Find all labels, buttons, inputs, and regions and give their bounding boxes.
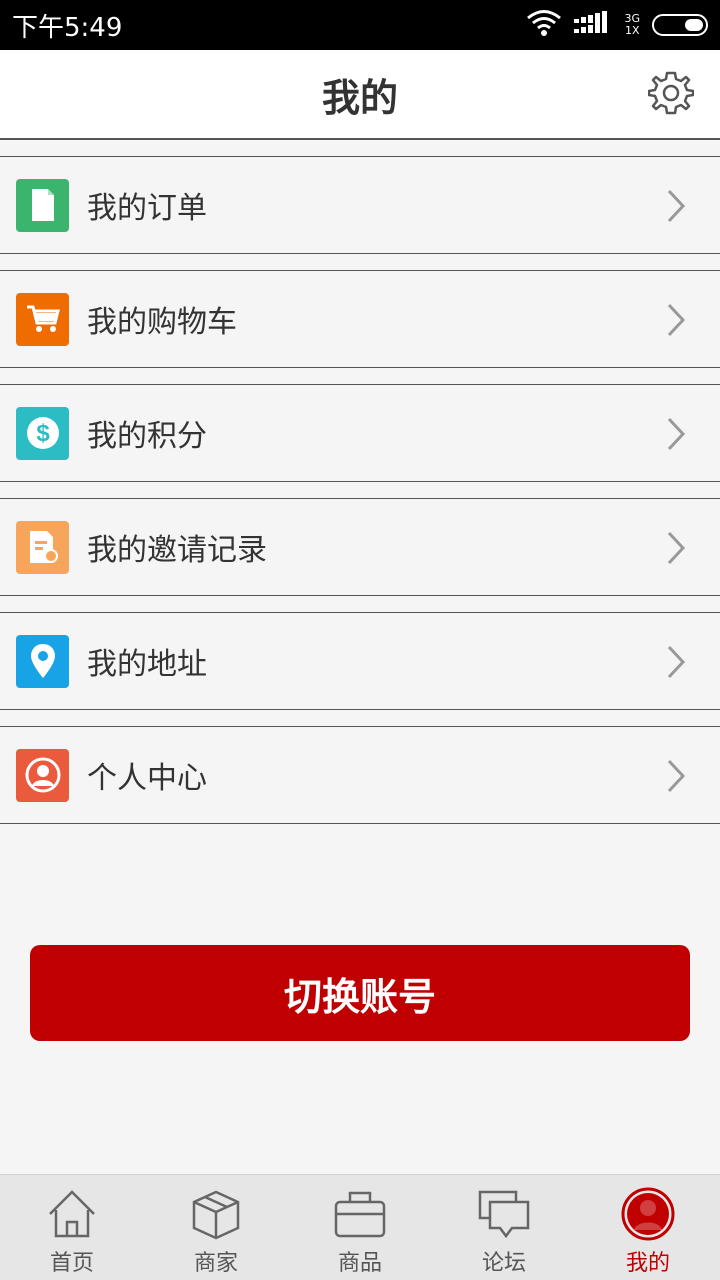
user-icon [16, 748, 69, 802]
nav-item-forum[interactable]: 论坛 [432, 1175, 576, 1280]
profile-icon [619, 1185, 677, 1243]
menu-item-cart[interactable]: 我的购物车 [0, 270, 720, 368]
nav-item-mine[interactable]: 我的 [576, 1175, 720, 1280]
dollar-icon: $ [16, 406, 69, 460]
status-time: 下午5:49 [12, 12, 123, 43]
header: 我的 [0, 50, 720, 140]
nav-item-merchants[interactable]: 商家 [144, 1175, 288, 1280]
status-bar: 下午5:49 3G 1X [0, 0, 720, 50]
battery-icon [652, 14, 708, 36]
home-icon [43, 1185, 101, 1243]
nav-label: 商品 [337, 1251, 382, 1276]
network-type-label: 3G 1X [624, 13, 640, 37]
document-icon [16, 178, 69, 232]
location-pin-icon [16, 634, 69, 688]
cart-icon [16, 292, 69, 346]
page-title: 我的 [321, 75, 398, 120]
gear-icon [647, 70, 695, 120]
menu-item-invite-records[interactable]: 我的邀请记录 [0, 498, 720, 596]
svg-text:$: $ [36, 420, 50, 447]
menu-label: 我的邀请记录 [87, 533, 267, 568]
wifi-icon [526, 9, 562, 41]
menu-label: 我的购物车 [87, 305, 237, 340]
menu-label: 我的地址 [87, 647, 207, 682]
invite-record-icon [16, 520, 69, 574]
chevron-right-icon [666, 531, 686, 569]
menu-label: 个人中心 [87, 761, 207, 796]
chevron-right-icon [666, 303, 686, 341]
chevron-right-icon [666, 759, 686, 797]
sim-label: 1X [624, 24, 640, 37]
switch-account-button[interactable]: 切换账号 [30, 945, 690, 1041]
chevron-right-icon [666, 645, 686, 683]
menu-item-orders[interactable]: 我的订单 [0, 156, 720, 254]
nav-item-products[interactable]: 商品 [288, 1175, 432, 1280]
menu-item-points[interactable]: $ 我的积分 [0, 384, 720, 482]
nav-label: 首页 [49, 1251, 94, 1276]
nav-label: 我的 [625, 1251, 670, 1276]
nav-label: 商家 [193, 1251, 238, 1276]
signal-icon [574, 11, 612, 39]
menu-label: 我的积分 [87, 419, 207, 454]
menu-label: 我的订单 [87, 191, 207, 226]
chevron-right-icon [666, 417, 686, 455]
settings-button[interactable] [646, 70, 696, 120]
chat-icon [475, 1185, 533, 1243]
menu-item-personal-center[interactable]: 个人中心 [0, 726, 720, 824]
bag-icon [331, 1185, 389, 1243]
bottom-nav: 首页 商家 商品 论坛 我的 [0, 1174, 720, 1280]
nav-item-home[interactable]: 首页 [0, 1175, 144, 1280]
menu-list: 我的订单 我的购物车 $ 我的积分 我的邀请记录 我的地址 个人中心 [0, 156, 720, 840]
status-icons: 3G 1X [526, 9, 708, 41]
nav-label: 论坛 [481, 1251, 526, 1276]
menu-item-address[interactable]: 我的地址 [0, 612, 720, 710]
box-icon [187, 1185, 245, 1243]
chevron-right-icon [666, 189, 686, 227]
